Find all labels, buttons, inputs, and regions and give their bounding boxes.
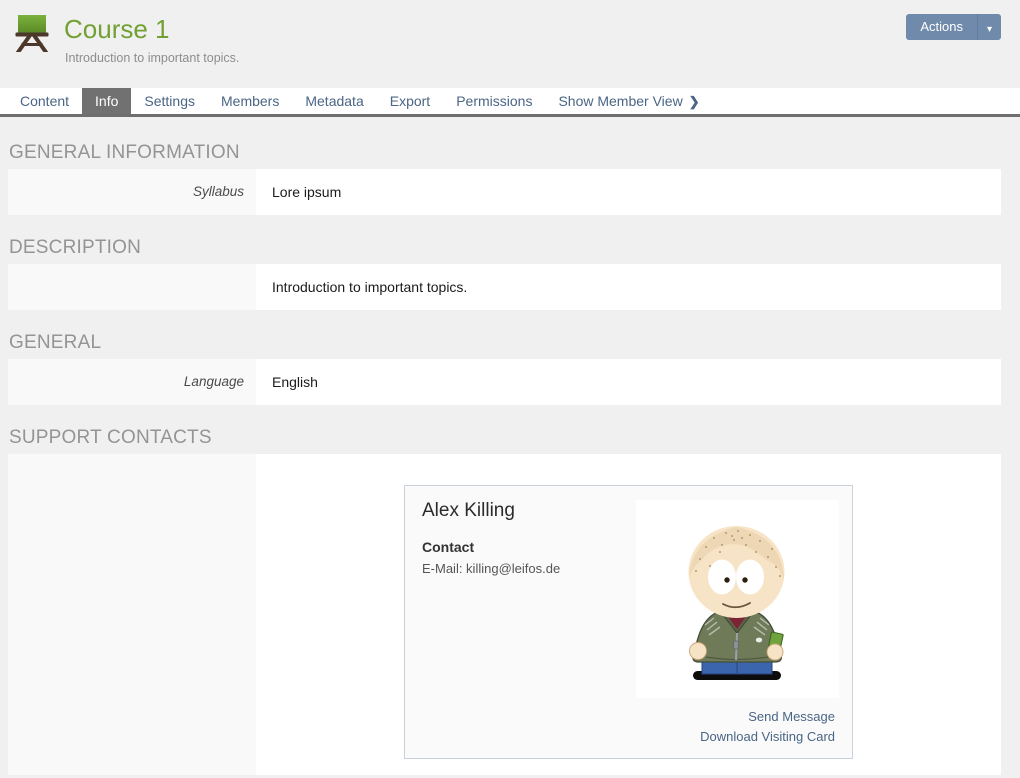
syllabus-row: Syllabus Lore ipsum	[8, 169, 1001, 215]
description-value: Introduction to important topics.	[256, 264, 1001, 310]
language-value: English	[256, 359, 1001, 405]
syllabus-value: Lore ipsum	[256, 169, 1001, 215]
contact-card: Alex Killing Contact E-Mail: killing@lei…	[404, 485, 853, 759]
language-row: Language English	[8, 359, 1001, 405]
info-panel: GENERAL INFORMATION Syllabus Lore ipsum …	[8, 142, 1001, 775]
tab-settings[interactable]: Settings	[131, 88, 208, 114]
page-header: Course 1 Introduction to important topic…	[0, 0, 1020, 88]
actions-button[interactable]: Actions ▾	[906, 14, 1001, 40]
avatar	[636, 500, 839, 698]
download-visiting-card-link[interactable]: Download Visiting Card	[700, 727, 835, 747]
course-easel-board-icon	[12, 12, 52, 52]
cartoon-character-portrait-icon	[636, 500, 839, 698]
section-heading-support-contacts: SUPPORT CONTACTS	[9, 427, 1001, 449]
section-heading-general: GENERAL	[9, 332, 1001, 354]
chevron-right-icon: ❯	[689, 94, 700, 109]
section-heading-description: DESCRIPTION	[9, 237, 1001, 259]
tab-show-member-view-label: Show Member View	[558, 93, 682, 109]
language-label: Language	[8, 359, 256, 405]
tab-export[interactable]: Export	[377, 88, 443, 114]
tab-show-member-view[interactable]: Show Member View ❯	[545, 88, 712, 114]
contact-name: Alex Killing	[422, 500, 515, 522]
tab-content[interactable]: Content	[7, 88, 82, 114]
tab-info[interactable]: Info	[82, 88, 131, 114]
syllabus-label: Syllabus	[8, 169, 256, 215]
contact-card-links: Send Message Download Visiting Card	[700, 707, 835, 747]
support-contacts-empty-label	[8, 454, 256, 775]
tab-permissions[interactable]: Permissions	[443, 88, 545, 114]
support-contacts-row: Alex Killing Contact E-Mail: killing@lei…	[8, 454, 1001, 775]
send-message-link[interactable]: Send Message	[700, 707, 835, 727]
page-title: Course 1	[64, 14, 170, 45]
contact-heading: Contact	[422, 539, 474, 555]
tab-metadata[interactable]: Metadata	[292, 88, 376, 114]
actions-button-label[interactable]: Actions	[906, 14, 977, 40]
contact-email: E-Mail: killing@leifos.de	[422, 561, 560, 576]
tab-members[interactable]: Members	[208, 88, 292, 114]
page-subtitle: Introduction to important topics.	[65, 51, 239, 65]
dropdown-caret-icon[interactable]: ▾	[977, 14, 1001, 40]
section-heading-general-information: GENERAL INFORMATION	[9, 142, 1001, 164]
description-label	[8, 264, 256, 310]
support-contacts-area: Alex Killing Contact E-Mail: killing@lei…	[256, 454, 1001, 775]
description-row: Introduction to important topics.	[8, 264, 1001, 310]
tab-bar: Content Info Settings Members Metadata E…	[0, 88, 1020, 117]
